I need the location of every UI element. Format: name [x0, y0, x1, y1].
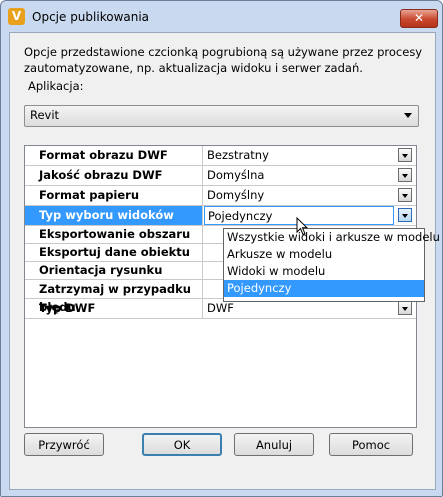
selection-type-dropdown-list[interactable]: Wszystkie widoki i arkusze w modelu Arku… — [223, 228, 440, 302]
property-row-typ-dwf[interactable]: Typ DWF DWF — [25, 299, 416, 319]
application-select[interactable]: Revit — [24, 105, 419, 127]
dropdown-option[interactable]: Widoki w modelu — [224, 263, 424, 280]
property-value[interactable]: Domyślna — [204, 166, 394, 185]
ok-button[interactable]: OK — [142, 433, 222, 456]
dropdown-option-selected[interactable]: Pojedynczy — [224, 280, 424, 297]
chevron-down-icon — [402, 307, 408, 311]
dropdown-button[interactable] — [398, 301, 412, 315]
reset-button[interactable]: Przywróć — [24, 433, 104, 456]
window-title: Opcje publikowania — [32, 10, 150, 24]
property-label: Zatrzymaj w przypadku błędu — [25, 280, 203, 314]
dropdown-option[interactable]: Arkusze w modelu — [224, 246, 424, 263]
chevron-down-icon — [402, 154, 408, 158]
property-row-typ-wyboru-widokow[interactable]: Typ wyboru widoków Pojedynczy — [25, 206, 416, 226]
chevron-down-icon — [402, 174, 408, 178]
property-label: Orientacja rysunku — [25, 262, 203, 279]
property-label: Format obrazu DWF — [25, 146, 203, 165]
dropdown-button[interactable] — [398, 188, 412, 202]
vault-app-icon: V — [8, 8, 25, 25]
property-label: Typ DWF — [25, 299, 203, 318]
property-row-jakosc-obrazu[interactable]: Jakość obrazu DWF Domyślna — [25, 166, 416, 186]
property-label: Eksportowanie obszaru — [25, 226, 203, 243]
application-select-value: Revit — [30, 108, 60, 122]
property-label: Format papieru — [25, 186, 203, 205]
property-value[interactable]: Bezstratny — [204, 146, 394, 165]
help-button[interactable]: Pomoc — [329, 433, 413, 456]
property-row-format-obrazu[interactable]: Format obrazu DWF Bezstratny — [25, 146, 416, 166]
application-label: Aplikacja: — [28, 79, 84, 93]
property-row-format-papieru[interactable]: Format papieru Domyślny — [25, 186, 416, 206]
chevron-down-icon — [404, 113, 412, 118]
property-label: Jakość obrazu DWF — [25, 166, 203, 185]
mouse-cursor-icon — [296, 217, 308, 236]
dropdown-option[interactable]: Wszystkie widoki i arkusze w modelu — [224, 229, 440, 246]
title-bar[interactable]: V Opcje publikowania ✕ — [1, 1, 442, 33]
property-label: Eksportuj dane obiektu — [25, 244, 203, 261]
property-label: Typ wyboru widoków — [25, 206, 203, 225]
cancel-button[interactable]: Anuluj — [234, 433, 314, 456]
dropdown-button[interactable] — [398, 168, 412, 182]
dropdown-button[interactable] — [398, 148, 412, 162]
chevron-down-icon — [402, 214, 408, 218]
close-icon[interactable]: ✕ — [400, 9, 438, 28]
description-text: Opcje przedstawione czcionką pogrubioną … — [24, 45, 423, 75]
chevron-down-icon — [402, 194, 408, 198]
dropdown-button[interactable] — [398, 208, 412, 222]
property-value[interactable]: Domyślny — [204, 186, 394, 205]
